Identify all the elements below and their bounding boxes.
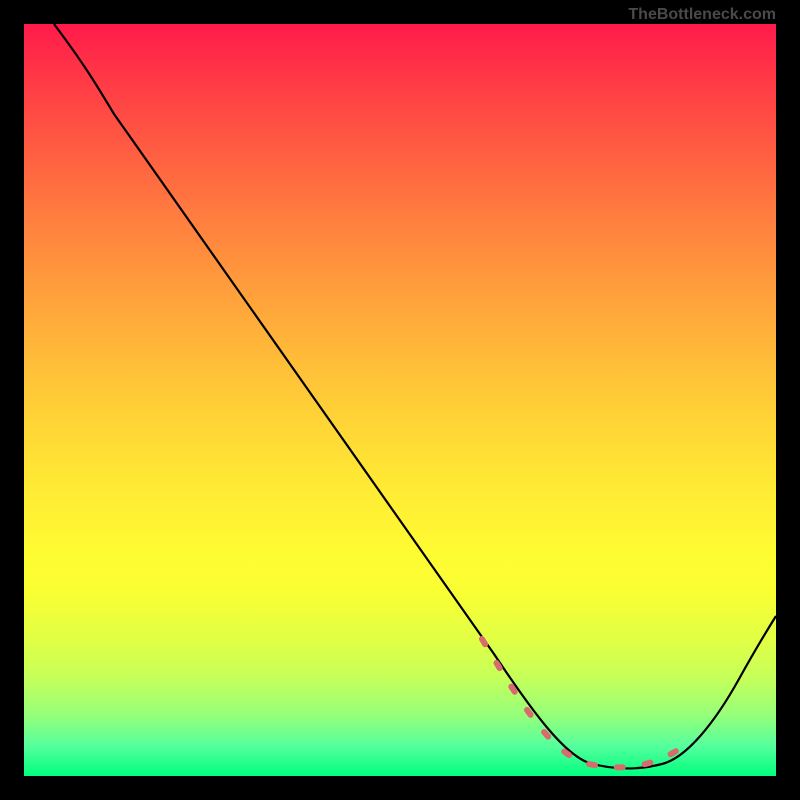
plot-area [24,24,776,776]
chart-container: TheBottleneck.com [0,0,800,800]
attribution-text: TheBottleneck.com [628,6,776,24]
